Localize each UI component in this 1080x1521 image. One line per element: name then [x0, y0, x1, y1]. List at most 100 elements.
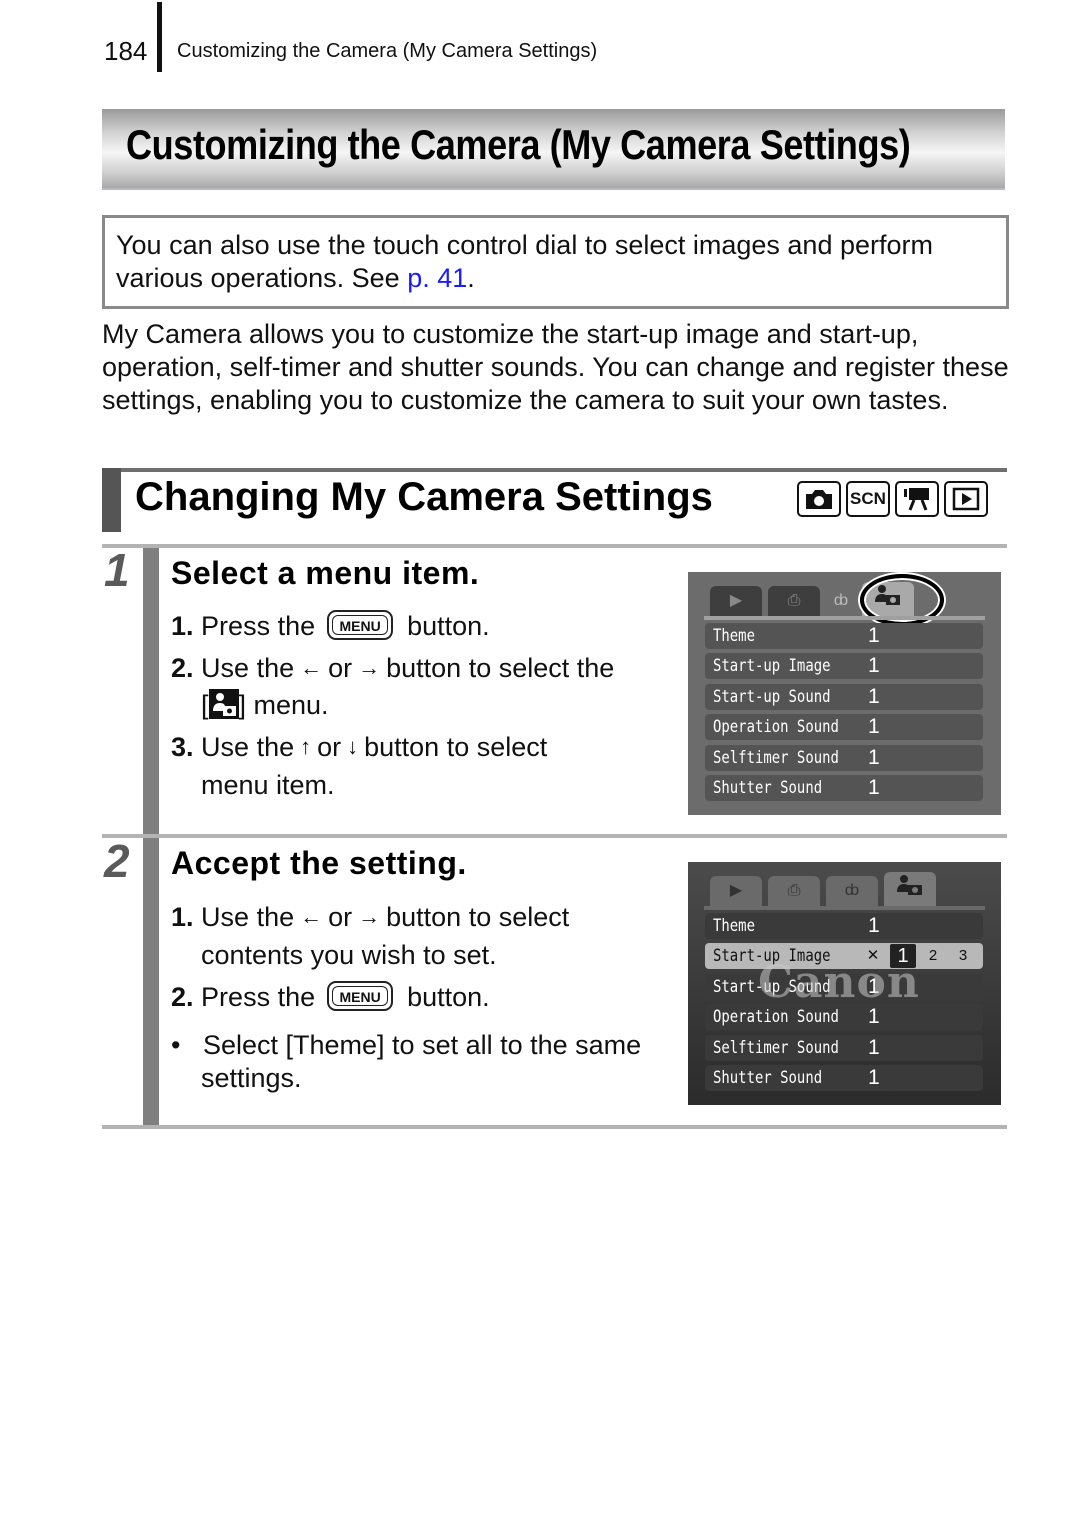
- down-arrow-icon: ↓: [347, 734, 359, 759]
- camera-screen-2: ▶ ⎙ ȸ Theme 1 Start-up Image ✕ 1 2 3 Star…: [688, 862, 1001, 1105]
- instr-text: Use the: [201, 732, 295, 762]
- tab-my-camera: [884, 872, 936, 906]
- row-label: Shutter Sound: [713, 1067, 823, 1088]
- menu-row-shutter-sound: Shutter Sound 1: [705, 1064, 983, 1091]
- page-title: Customizing the Camera (My Camera Settin…: [126, 121, 911, 168]
- right-arrow-icon: →: [358, 655, 381, 680]
- right-arrow-icon: →: [358, 904, 381, 929]
- instruction-1: 1. Press the MENU button.: [171, 607, 490, 645]
- row-value: 1: [868, 745, 880, 769]
- step-title: Accept the setting.: [171, 845, 467, 881]
- row-value: 1: [868, 1035, 880, 1059]
- step2-top-rule: [102, 834, 1007, 838]
- scn-icon: SCN: [846, 481, 890, 517]
- menu-row-theme: Theme 1: [705, 623, 983, 649]
- menu-row-selftimer-sound: Selftimer Sound 1: [705, 744, 983, 771]
- step-number: 2: [104, 835, 130, 887]
- instr-text: button.: [407, 611, 490, 641]
- row-value: 1: [868, 684, 880, 708]
- row-label: Theme: [713, 916, 755, 936]
- menu-button-icon: MENU: [327, 609, 394, 640]
- instr-text: button to select: [386, 902, 570, 932]
- row-value: 1: [868, 775, 880, 799]
- bullet-note-cont: settings.: [171, 1059, 302, 1097]
- intro-paragraph: My Camera allows you to customize the st…: [102, 319, 1009, 415]
- menu-button-icon: MENU: [327, 980, 394, 1011]
- screen-tabs: ▶ ⎙ ȸ: [710, 872, 936, 906]
- instr-num: 2.: [171, 982, 194, 1012]
- instr-text: Select [Theme] to set all to the same: [202, 1030, 642, 1060]
- row-label: Selftimer Sound: [713, 747, 839, 768]
- step-number: 1: [104, 544, 130, 596]
- instruction-1-cont: contents you wish to set.: [171, 936, 497, 974]
- mode-icons: SCN: [797, 481, 988, 517]
- menu-row-shutter-sound: Shutter Sound 1: [705, 774, 983, 801]
- page-link[interactable]: p. 41: [407, 263, 467, 293]
- row-value: 1: [868, 914, 880, 937]
- instruction-2: 2. Use the ← or → button to select the: [171, 649, 614, 689]
- instr-num: 3.: [171, 732, 194, 762]
- tab-setup: ȸ: [826, 876, 878, 906]
- instr-num: 2.: [171, 653, 194, 683]
- scn-label: SCN: [850, 489, 886, 508]
- instr-text: button to select the: [386, 653, 615, 683]
- header-divider: [157, 2, 162, 72]
- tab-underline: [704, 616, 985, 620]
- row-value: 1: [868, 1065, 880, 1089]
- instr-text: settings.: [201, 1063, 302, 1093]
- tab-print: ⎙: [768, 586, 820, 616]
- row-value: 1: [868, 624, 880, 647]
- menu-row-selftimer-sound: Selftimer Sound 1: [705, 1034, 983, 1061]
- up-arrow-icon: ↑: [300, 734, 312, 759]
- instr-text: button to select: [364, 732, 548, 762]
- instr-text: menu item.: [201, 770, 335, 800]
- bottom-rule: [102, 1125, 1007, 1129]
- tab-print: ⎙: [768, 876, 820, 906]
- instr-text: Use the: [201, 902, 295, 932]
- tab-playback: ▶: [710, 586, 762, 616]
- row-label: Shutter Sound: [713, 777, 823, 798]
- playback-icon: [944, 481, 988, 517]
- section-title: Changing My Camera Settings: [135, 475, 713, 519]
- camera-screen-1: ▶ ⎙ ȸ Theme 1 Start-up Image 1 Start-up So…: [688, 572, 1001, 815]
- instr-text: ] menu.: [238, 690, 329, 720]
- instr-text: Press the: [201, 611, 316, 641]
- menu-row-startup-image: Start-up Image 1: [705, 653, 983, 680]
- menu-row-operation-sound: Operation Sound 1: [705, 1004, 983, 1031]
- note-text: You can also use the touch control dial …: [116, 229, 996, 295]
- menu-row-operation-sound: Operation Sound 1: [705, 714, 983, 741]
- note-period: .: [467, 263, 475, 293]
- instr-text: Use the: [201, 653, 295, 683]
- instr-num: 1.: [171, 611, 194, 641]
- row-value: 1: [868, 715, 880, 739]
- step2-bar: [143, 838, 159, 1125]
- row-label: Operation Sound: [713, 1007, 839, 1028]
- menu-label: MENU: [332, 614, 389, 635]
- instr-text: or: [317, 732, 342, 762]
- tab-setup: ȸ: [833, 592, 849, 609]
- tab-underline: [704, 906, 985, 910]
- left-arrow-icon: ←: [300, 904, 323, 929]
- my-camera-icon: [208, 688, 239, 719]
- instr-text: contents you wish to set.: [201, 940, 497, 970]
- running-title: Customizing the Camera (My Camera Settin…: [177, 40, 598, 62]
- canon-watermark: Canon: [758, 957, 920, 1008]
- row-label: Start-up Image: [713, 656, 831, 677]
- row-label: Theme: [713, 626, 755, 646]
- page-number: 184: [104, 36, 148, 66]
- row-label: Start-up Sound: [713, 686, 831, 707]
- note-body: You can also use the touch control dial …: [116, 230, 933, 293]
- instruction-3-cont: menu item.: [171, 766, 335, 804]
- camera-icon: [797, 481, 841, 517]
- instruction-3: 3. Use the ↑ or ↓ button to select: [171, 728, 547, 768]
- instr-text: Press the: [201, 982, 316, 1012]
- option-2: 2: [928, 947, 938, 965]
- row-value: 1: [868, 654, 880, 678]
- step1-top-rule: [102, 544, 1007, 548]
- bullet: •: [171, 1030, 181, 1060]
- left-arrow-icon: ←: [300, 655, 323, 680]
- step1-bar: [143, 548, 159, 835]
- instruction-2: 2. Press the MENU button.: [171, 978, 490, 1016]
- row-label: Operation Sound: [713, 717, 839, 738]
- menu-row-startup-sound: Start-up Sound 1: [705, 683, 983, 710]
